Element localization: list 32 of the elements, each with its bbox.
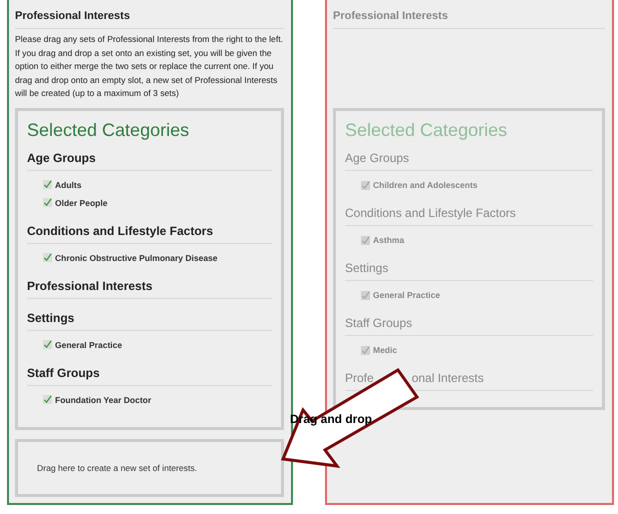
group-heading: Staff Groups bbox=[27, 366, 272, 386]
category-label: General Practice bbox=[373, 290, 440, 300]
card-title: Selected Categories bbox=[27, 120, 190, 141]
category-label: General Practice bbox=[55, 340, 122, 350]
group-heading: Settings bbox=[27, 310, 272, 331]
category-label: Chronic Obstructive Pulmonary Disease bbox=[55, 252, 218, 263]
group-heading: Age Groups bbox=[27, 150, 272, 171]
category-label: Medic bbox=[373, 345, 398, 355]
checkbox[interactable] bbox=[43, 395, 52, 404]
group-heading: Profe bbox=[345, 371, 374, 385]
panel-heading: Professional Interests bbox=[15, 10, 284, 29]
card-title: Selected Categories bbox=[345, 120, 508, 141]
category-label: Older People bbox=[55, 198, 108, 208]
group-heading: Conditions and Lifestyle Factors bbox=[27, 224, 272, 244]
group-heading: Professional Interests bbox=[27, 278, 272, 299]
checkbox[interactable] bbox=[43, 198, 52, 208]
category-label: Asthma bbox=[373, 235, 404, 245]
group-heading: Staff Groups bbox=[345, 316, 593, 336]
group-heading: Age Groups bbox=[345, 151, 593, 171]
instructions-text: Please drag any sets of Professional Interests from the right to the left. If you drag and drop a set onto an existing set, you will be given the option to either merge the two sets or replace the current one. If you drag and drop onto an empty slot, a new set of Professional Interests will be created (up to a maximum of 3 sets) bbox=[15, 33, 284, 100]
category-label: Adults bbox=[55, 180, 82, 190]
category-label: Children and Adolescents bbox=[373, 180, 478, 190]
drop-zone-text: Drag here to create a new set of interests. bbox=[37, 462, 198, 473]
group-heading: Settings bbox=[345, 261, 593, 281]
drop-zone[interactable]: Drag here to create a new set of interests. bbox=[15, 438, 284, 497]
group-heading: Conditions and Lifestyle Factors bbox=[345, 206, 593, 226]
checkbox[interactable] bbox=[43, 180, 52, 190]
checkbox[interactable] bbox=[43, 340, 52, 350]
category-label: Foundation Year Doctor bbox=[55, 394, 152, 405]
group-heading: onal Interests bbox=[412, 371, 484, 385]
panel-heading: Professional Interests bbox=[333, 10, 605, 29]
checkbox[interactable] bbox=[43, 253, 52, 262]
